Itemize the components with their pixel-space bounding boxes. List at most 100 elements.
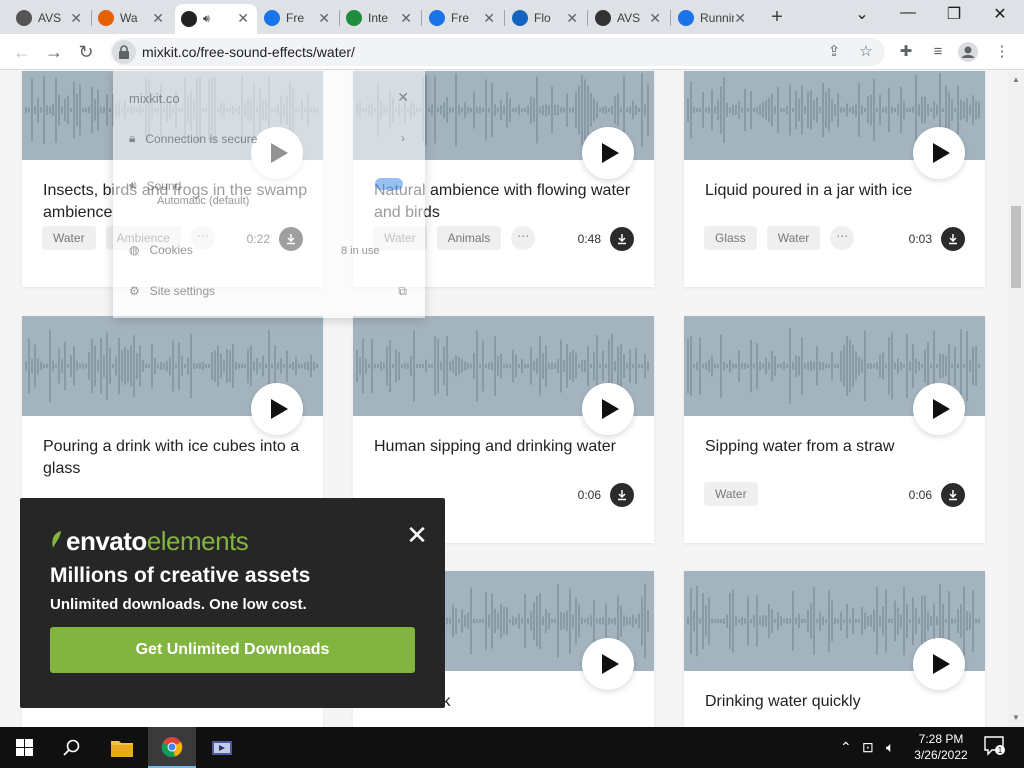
tag-chip[interactable]: Animals [436,226,502,250]
tab-title: AVS [38,11,62,25]
download-icon[interactable] [941,483,965,507]
profile-avatar-icon[interactable] [958,42,978,62]
reload-button[interactable]: ↻ [74,40,98,64]
chrome-menu-icon[interactable]: ⋮ [992,42,1012,62]
system-clock[interactable]: 7:28 PM 3/26/2022 [904,731,978,763]
mixkit-icon [181,11,197,27]
close-tab-icon[interactable]: ✕ [483,10,495,27]
play-button[interactable] [582,638,634,690]
close-tab-icon[interactable]: ✕ [318,10,330,27]
share-icon[interactable]: ⇪ [824,42,844,62]
volume-icon[interactable]: 🔈︎ [886,739,894,756]
site-info-cookies[interactable]: ◍ Cookies [129,243,193,257]
lock-icon[interactable] [112,40,136,64]
browser-tab[interactable]: Inte ✕ [340,4,420,32]
notification-icon[interactable]: 1 [984,736,1006,759]
close-tab-icon[interactable]: ✕ [237,10,249,27]
play-icon [271,399,288,419]
address-bar[interactable]: mixkit.co/free-sound-effects/water/ [110,38,885,66]
avs-icon [16,10,32,26]
play-button[interactable] [913,638,965,690]
tab-title: Flo [534,11,551,25]
browser-tab[interactable]: Fre ✕ [258,4,338,32]
play-icon [602,654,619,674]
minimize-button[interactable]: — [888,4,928,22]
bookmark-star-icon[interactable]: ☆ [856,42,876,62]
play-circle-icon [264,10,280,26]
browser-tab[interactable]: AVS ✕ [589,4,669,32]
tab-strip: AVS✕Wa✕🔊︎✕Fre✕Inte✕Fre✕Flo✕AVS✕Running✕ … [0,0,1024,34]
browser-tab[interactable]: Fre ✕ [423,4,503,32]
network-icon[interactable]: ⊡ [862,739,874,756]
site-info-connection[interactable]: 🔒︎ Connection is secure [129,131,257,146]
search-icon[interactable] [48,727,96,768]
sound-title[interactable]: Human sipping and drinking water [374,436,639,458]
close-promo-button[interactable]: ✕ [405,520,429,551]
play-button[interactable] [251,383,303,435]
tab-search-icon[interactable]: ⌄ [842,4,882,24]
show-hidden-icons-icon[interactable]: ⌃ [840,739,852,756]
download-icon[interactable] [610,483,634,507]
browser-tab[interactable]: Wa ✕ [92,4,172,32]
site-info-popup: mixkit.co ✕ 🔒︎ Connection is secure › 🔊︎… [113,71,425,318]
fox-icon [98,10,114,26]
more-tags-icon[interactable]: ⋯ [511,226,536,250]
browser-tab[interactable]: 🔊︎ ✕ [175,4,257,34]
sound-title[interactable]: Pouring a drink with ice cubes into a gl… [43,436,308,480]
windows-taskbar: ⌃ ⊡ 🔈︎ 7:28 PM 3/26/2022 1 [0,727,1024,768]
site-info-settings[interactable]: ⚙ Site settings [129,284,215,298]
sound-title[interactable]: Liquid poured in a jar with ice [705,180,970,202]
browser-tab[interactable]: Flo ✕ [506,4,586,32]
close-tab-icon[interactable]: ✕ [734,10,746,27]
close-tab-icon[interactable]: ✕ [566,10,578,27]
chrome-taskbar-icon[interactable] [148,727,196,768]
get-unlimited-downloads-button[interactable]: Get Unlimited Downloads [50,627,415,673]
tag-chip[interactable]: Water [42,226,96,250]
forward-button[interactable]: → [42,40,66,64]
scroll-up-arrow-icon[interactable]: ▲ [1012,75,1020,84]
tag-chip[interactable]: Glass [704,226,757,250]
more-tags-icon[interactable]: ⋯ [830,226,855,250]
play-icon [933,654,950,674]
chevron-right-icon: › [401,131,405,145]
brand-light: elements [146,526,249,556]
scroll-down-arrow-icon[interactable]: ▼ [1012,713,1020,722]
sound-title[interactable]: Sipping water from a straw [705,436,970,458]
tag-chip[interactable]: Water [704,482,758,506]
play-button[interactable] [582,127,634,179]
close-tab-icon[interactable]: ✕ [152,10,164,27]
download-icon[interactable] [610,227,634,251]
page-scrollbar[interactable]: ▲ ▼ [1008,71,1024,727]
play-button[interactable] [582,383,634,435]
browser-tab[interactable]: AVS ✕ [10,4,90,32]
clock-time: 7:28 PM [918,732,964,746]
play-icon [933,143,950,163]
scrollbar-thumb[interactable] [1011,206,1021,288]
download-icon[interactable] [941,227,965,251]
windows-start-icon[interactable] [0,727,48,768]
site-info-close-icon[interactable]: ✕ [397,89,409,106]
close-tab-icon[interactable]: ✕ [70,10,82,27]
file-explorer-icon[interactable] [98,727,146,768]
tag-chip[interactable]: Water [766,226,821,250]
speaker-icon[interactable]: 🔊︎ [203,13,210,26]
video-editor-icon[interactable] [198,727,246,768]
play-button[interactable] [913,127,965,179]
url-text: mixkit.co/free-sound-effects/water/ [142,44,355,60]
browser-tab[interactable]: Running✕ [672,4,754,32]
sound-toggle[interactable] [375,178,403,190]
close-window-button[interactable]: ✕ [980,4,1020,24]
arrows-icon [512,10,528,26]
back-button[interactable]: ← [10,40,34,64]
sound-title[interactable]: Drinking water quickly [705,691,970,713]
promo-headline: Millions of creative assets [50,564,311,587]
new-tab-button[interactable]: + [766,6,788,29]
tab-separator [670,10,671,26]
close-tab-icon[interactable]: ✕ [649,10,661,27]
restore-button[interactable]: ❐ [934,4,974,24]
close-tab-icon[interactable]: ✕ [400,10,412,27]
media-control-icon[interactable]: ≡ [928,42,948,62]
extensions-icon[interactable]: ✚ [896,42,916,62]
play-icon [933,399,950,419]
play-button[interactable] [913,383,965,435]
